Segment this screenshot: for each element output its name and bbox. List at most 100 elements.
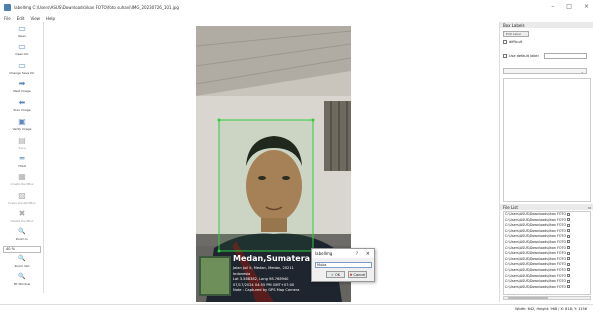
difficult-label: difficult — [509, 40, 523, 44]
save-label: Save — [18, 146, 26, 150]
open-dir-label: Open Dir — [15, 52, 29, 56]
default-label-input[interactable] — [544, 53, 587, 59]
use-default-label-checkbox[interactable] — [503, 54, 507, 58]
image-canvas[interactable]: Medan,Sumatera Utara, Jalan Juli II, Med… — [45, 22, 498, 302]
file-checkbox[interactable] — [567, 262, 571, 266]
prev-image-button[interactable]: ⬅ Prev Image — [0, 99, 44, 117]
file-path: C:\Users\ASUS\Downloads\ikan FOTO — [505, 284, 567, 289]
right-panel: Box Labels Edit Label difficult Use defa… — [499, 22, 593, 302]
zoom-out-label: Zoom Out — [14, 264, 30, 268]
prev-arrow-icon: ⬅ — [18, 98, 26, 107]
file-path: C:\Users\ASUS\Downloads\ikan FOTO — [505, 239, 567, 244]
file-path: C:\Users\ASUS\Downloads\ikan FOTO — [505, 262, 567, 267]
chevron-down-icon: ⌄ — [580, 69, 584, 74]
fit-window-button[interactable]: 🔍 Fit Window — [0, 273, 44, 291]
scrollbar-thumb[interactable] — [508, 297, 548, 299]
file-list-header: File List ▫ — [500, 204, 593, 210]
open-button[interactable]: ▭ Open — [0, 25, 44, 43]
file-path: C:\Users\ASUS\Downloads\ikan FOTO — [505, 251, 567, 256]
app-icon — [4, 3, 11, 11]
create-rectbox-button[interactable]: ▦ Create RectBox — [0, 173, 44, 191]
difficult-checkbox-row[interactable]: difficult — [503, 40, 522, 44]
file-checkbox[interactable] — [567, 212, 571, 216]
next-image-button[interactable]: ➡ Next Image — [0, 80, 44, 98]
cancel-icon: ✖ — [349, 272, 353, 277]
file-checkbox[interactable] — [567, 268, 571, 272]
file-checkbox[interactable] — [567, 223, 571, 227]
status-bar: Width: 642, Height: 968 / X: 818; Y: 115… — [0, 304, 593, 315]
file-path: C:\Users\ASUS\Downloads\ikan FOTO — [505, 217, 567, 222]
close-icon[interactable]: × — [584, 3, 589, 10]
fit-window-icon: 🔍 — [18, 273, 26, 280]
save-button[interactable]: ▤ Save — [0, 137, 44, 155]
next-arrow-icon: ➡ — [18, 79, 26, 88]
verify-image-button[interactable]: ▣ Verify Image — [0, 118, 44, 136]
delete-rectbox-label: Delete RectBox — [10, 219, 34, 223]
window-title: labelImg C:\Users\ASUS\Downloads\ikan FO… — [14, 4, 179, 10]
menu-bar: File Edit View Help — [0, 14, 593, 22]
file-path: C:\Users\ASUS\Downloads\ikan FOTO — [505, 273, 567, 278]
file-checkbox[interactable] — [567, 279, 571, 283]
file-list-title: File List — [503, 204, 518, 210]
duplicate-rectbox-button[interactable]: ▧ Duplicate RectBox — [0, 192, 44, 210]
zoom-out-button[interactable]: 🔍 Zoom Out — [0, 255, 44, 273]
file-checkbox[interactable] — [567, 251, 571, 255]
file-list-scrollbar[interactable] — [503, 296, 591, 300]
file-path: C:\Users\ASUS\Downloads\ikan FOTO — [505, 245, 567, 250]
box-labels-title: Box Labels — [503, 22, 525, 28]
file-checkbox[interactable] — [567, 229, 571, 233]
dialog-close-icon[interactable]: × — [366, 251, 370, 257]
folder-open-icon: ▭ — [18, 24, 26, 33]
create-rectbox-label: Create RectBox — [10, 182, 34, 186]
help-icon[interactable]: ? — [356, 251, 358, 256]
delete-rectbox-button[interactable]: ✖ Delete RectBox — [0, 210, 44, 228]
change-save-dir-button[interactable]: ▭ Change Save Dir — [0, 62, 44, 80]
label-dialog: labelImg ? × Muka ✔ OK ✖ Cancel — [311, 248, 375, 282]
file-path: C:\Users\ASUS\Downloads\ikan FOTO — [505, 256, 567, 261]
duplicate-rectbox-label: Duplicate RectBox — [8, 201, 36, 205]
label-list[interactable] — [503, 78, 591, 202]
next-image-label: Next Image — [13, 89, 31, 93]
use-default-label-text: Use default label — [509, 54, 539, 58]
maximize-icon[interactable]: □ — [566, 3, 572, 10]
menu-file[interactable]: File — [4, 16, 11, 21]
list-item[interactable]: C:\Users\ASUS\Downloads\ikan FOTO — [504, 285, 590, 291]
label-combo[interactable]: ⌄ — [503, 68, 587, 74]
file-checkbox[interactable] — [567, 285, 571, 289]
file-checkbox[interactable] — [567, 240, 571, 244]
overlay-lines: Jalan Juli II, Medan, Medan, 20211 Indon… — [233, 266, 299, 294]
file-checkbox[interactable] — [567, 218, 571, 222]
file-list[interactable]: C:\Users\ASUS\Downloads\ikan FOTO C:\Use… — [503, 211, 591, 295]
dialog-title-bar: labelImg ? × — [312, 249, 374, 258]
delete-icon: ✖ — [18, 209, 26, 218]
file-checkbox[interactable] — [567, 274, 571, 278]
open-dir-button[interactable]: ▭ Open Dir — [0, 43, 44, 61]
ok-label: OK — [334, 272, 340, 277]
difficult-checkbox[interactable] — [503, 40, 507, 44]
format-button[interactable]: ═ YOLO — [0, 155, 44, 173]
cancel-button[interactable]: ✖ Cancel — [348, 271, 367, 278]
ok-button[interactable]: ✔ OK — [326, 271, 345, 278]
zoom-value-field[interactable]: 40 % — [3, 246, 41, 253]
cancel-label: Cancel — [353, 272, 366, 277]
menu-edit[interactable]: Edit — [17, 16, 25, 21]
format-icon: ═ — [19, 154, 25, 163]
title-bar: labelImg C:\Users\ASUS\Downloads\ikan FO… — [0, 0, 593, 14]
file-checkbox[interactable] — [567, 257, 571, 261]
edit-label-button[interactable]: Edit Label — [503, 31, 529, 37]
file-checkbox[interactable] — [567, 246, 571, 250]
save-icon: ▤ — [18, 136, 26, 145]
format-label: YOLO — [18, 164, 26, 168]
minimize-icon[interactable]: – — [551, 3, 554, 10]
left-toolbar: ▭ Open ▭ Open Dir ▭ Change Save Dir ➡ Ne… — [0, 22, 44, 293]
file-path: C:\Users\ASUS\Downloads\ikan FOTO — [505, 228, 567, 233]
use-default-label-row[interactable]: Use default label — [503, 54, 539, 58]
change-save-dir-label: Change Save Dir — [9, 71, 35, 75]
file-checkbox[interactable] — [567, 234, 571, 238]
zoom-out-icon: 🔍 — [18, 255, 26, 262]
menu-help[interactable]: Help — [46, 16, 55, 21]
undock-icon[interactable]: ▫ — [588, 205, 591, 210]
menu-view[interactable]: View — [30, 16, 40, 21]
label-input[interactable]: Muka — [315, 262, 372, 268]
zoom-in-button[interactable]: 🔍 Zoom In — [0, 228, 44, 246]
